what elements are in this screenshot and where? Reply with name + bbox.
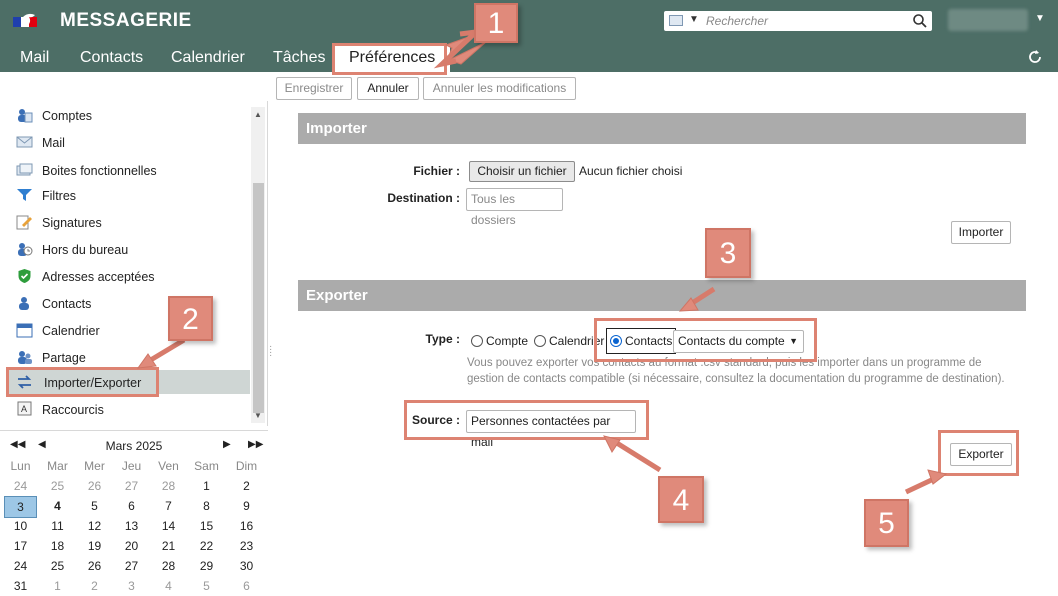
step-badge-1: 1 — [474, 3, 518, 43]
step-badge-3: 3 — [705, 228, 751, 278]
step-badge-5: 5 — [864, 499, 909, 547]
step-badge-4: 4 — [658, 476, 704, 523]
step-badge-2: 2 — [168, 296, 213, 341]
